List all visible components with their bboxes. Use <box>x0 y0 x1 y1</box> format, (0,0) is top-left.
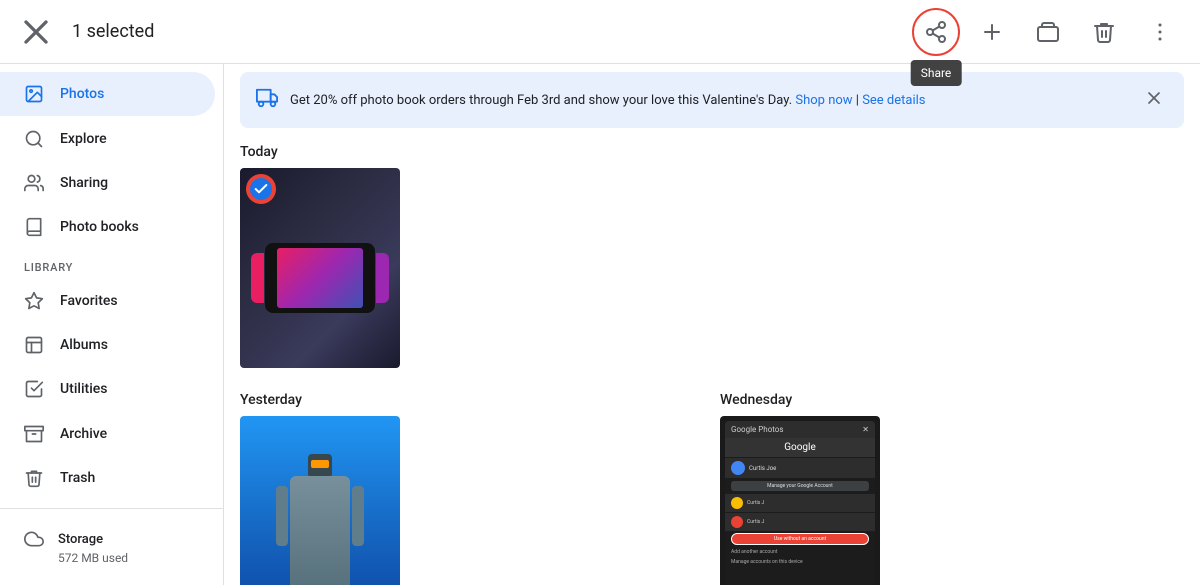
switch-device <box>265 243 375 313</box>
see-details-link[interactable]: See details <box>862 93 925 108</box>
photo-thumb-halo-figure[interactable] <box>240 416 400 585</box>
sidebar-item-albums-label: Albums <box>60 337 108 353</box>
sidebar-item-photos[interactable]: Photos <box>0 72 215 116</box>
photo-section-today: Today <box>224 136 1200 392</box>
sidebar-item-sharing[interactable]: Sharing <box>0 161 215 205</box>
close-button[interactable] <box>16 12 56 52</box>
sidebar-item-photobooks-label: Photo books <box>60 219 139 235</box>
sharing-icon <box>24 173 44 193</box>
photo-thumb-nintendo-switch[interactable] <box>240 168 400 368</box>
sidebar-item-sharing-label: Sharing <box>60 175 108 191</box>
more-icon <box>1148 20 1172 44</box>
storage-row: Storage <box>24 529 199 549</box>
share-button-container: Share <box>912 8 960 56</box>
content-area: Get 20% off photo book orders through Fe… <box>224 64 1200 585</box>
album-icon <box>1036 20 1060 44</box>
selected-count-label: 1 selected <box>72 21 154 42</box>
main-layout: Photos Explore Sharing Photo books LIBRA… <box>0 64 1200 585</box>
sidebar-item-explore-label: Explore <box>60 131 107 147</box>
archive-icon <box>24 424 44 444</box>
add-button[interactable] <box>968 8 1016 56</box>
sidebar-item-trash-label: Trash <box>60 470 95 486</box>
share-button[interactable] <box>912 8 960 56</box>
photobooks-icon <box>24 217 44 237</box>
sidebar-item-favorites[interactable]: Favorites <box>0 278 215 322</box>
share-icon <box>924 20 948 44</box>
google-ui-screenshot: Google Photos ✕ Google Curtis Joe Manage… <box>725 421 875 585</box>
albums-icon <box>24 335 44 355</box>
sidebar-item-photos-label: Photos <box>60 86 104 102</box>
section-title-wednesday: Wednesday <box>720 392 1184 408</box>
sidebar: Photos Explore Sharing Photo books LIBRA… <box>0 64 224 585</box>
photo-thumb-google-ui[interactable]: Google Photos ✕ Google Curtis Joe Manage… <box>720 416 880 585</box>
delete-icon <box>1092 20 1116 44</box>
library-section-label: LIBRARY <box>0 249 223 278</box>
add-icon <box>980 20 1004 44</box>
delete-button[interactable] <box>1080 8 1128 56</box>
utilities-icon <box>24 379 44 399</box>
section-title-today: Today <box>240 144 1184 160</box>
checkmark-icon <box>253 181 269 197</box>
sidebar-item-archive-label: Archive <box>60 426 107 442</box>
section-title-yesterday: Yesterday <box>240 392 704 408</box>
sidebar-item-photobooks[interactable]: Photo books <box>0 205 215 249</box>
sidebar-item-archive[interactable]: Archive <box>0 411 215 455</box>
photos-icon <box>24 84 44 104</box>
photo-selected-checkbox <box>248 176 274 202</box>
photo-row-today <box>240 168 1184 368</box>
header-left: 1 selected <box>16 12 154 52</box>
favorites-icon <box>24 291 44 311</box>
sidebar-item-favorites-label: Favorites <box>60 293 118 309</box>
shop-now-link[interactable]: Shop now <box>795 93 852 108</box>
sidebar-item-utilities[interactable]: Utilities <box>0 367 215 411</box>
trash-icon <box>24 468 44 488</box>
storage-used: 572 MB used <box>24 551 199 565</box>
more-options-button[interactable] <box>1136 8 1184 56</box>
photo-section-wednesday: Wednesday Google Photos ✕ Google <box>720 392 1184 585</box>
cloud-icon <box>24 529 44 549</box>
banner-close-button[interactable] <box>1140 84 1168 116</box>
banner-truck-icon <box>256 87 278 113</box>
sidebar-item-albums[interactable]: Albums <box>0 323 215 367</box>
banner-text: Get 20% off photo book orders through Fe… <box>290 93 1128 108</box>
explore-icon <box>24 129 44 149</box>
sidebar-item-utilities-label: Utilities <box>60 381 107 397</box>
promo-banner: Get 20% off photo book orders through Fe… <box>240 72 1184 128</box>
photo-section-yesterday: Yesterday <box>240 392 704 585</box>
photo-row-yesterday <box>240 416 704 585</box>
header-right: Share <box>912 8 1184 56</box>
sidebar-divider <box>0 508 223 509</box>
header: 1 selected Share <box>0 0 1200 64</box>
photo-row-wednesday: Google Photos ✕ Google Curtis Joe Manage… <box>720 416 1184 585</box>
banner-close-icon <box>1144 88 1164 108</box>
storage-label: Storage <box>58 532 103 547</box>
storage-section: Storage 572 MB used <box>0 517 223 577</box>
multi-section-row: Yesterday <box>224 392 1200 585</box>
sidebar-item-trash[interactable]: Trash <box>0 456 215 500</box>
sidebar-item-explore[interactable]: Explore <box>0 116 215 160</box>
save-to-album-button[interactable] <box>1024 8 1072 56</box>
